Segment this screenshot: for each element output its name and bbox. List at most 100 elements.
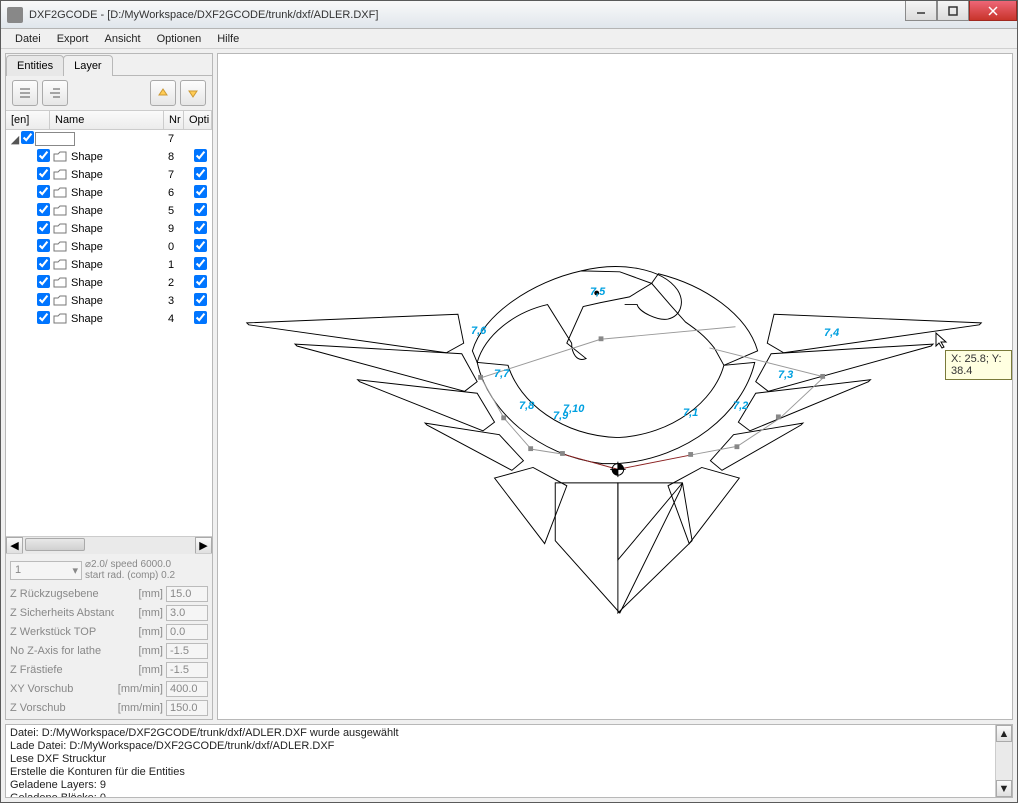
shape-opti-checkbox[interactable] xyxy=(194,185,207,198)
param-input[interactable]: 400.0 xyxy=(166,681,208,697)
param-row: Z Werkstück TOP[mm]0.0 xyxy=(10,622,208,641)
tree-shape-row[interactable]: Shape0 xyxy=(6,238,212,256)
col-en[interactable]: [en] xyxy=(6,111,50,129)
tree-shape-row[interactable]: Shape4 xyxy=(6,310,212,328)
shape-checkbox[interactable] xyxy=(37,203,50,216)
tree-shape-row[interactable]: Shape6 xyxy=(6,184,212,202)
param-input[interactable]: 15.0 xyxy=(166,586,208,602)
shape-checkbox[interactable] xyxy=(37,149,50,162)
col-nr[interactable]: Nr xyxy=(164,111,184,129)
param-input[interactable]: -1.5 xyxy=(166,662,208,678)
indent-button[interactable] xyxy=(12,80,38,106)
folder-icon xyxy=(51,205,69,217)
move-up-button[interactable] xyxy=(150,80,176,106)
scroll-thumb[interactable] xyxy=(25,538,85,551)
param-label: No Z-Axis for lathe xyxy=(10,645,114,657)
scroll-up-icon[interactable]: ▲ xyxy=(996,725,1012,742)
shape-checkbox[interactable] xyxy=(37,167,50,180)
tree-shape-row[interactable]: Shape2 xyxy=(6,274,212,292)
point-label: 7,6 xyxy=(471,325,486,337)
console-line: Lade Datei: D:/MyWorkspace/DXF2GCODE/tru… xyxy=(10,740,1008,753)
menu-export[interactable]: Export xyxy=(49,31,97,47)
close-button[interactable] xyxy=(969,1,1017,21)
shape-opti-checkbox[interactable] xyxy=(194,311,207,324)
console-line: Lese DXF Strucktur xyxy=(10,753,1008,766)
left-panel: Entities Layer [en] Name Nr Opti ◢ xyxy=(5,53,213,720)
tree-hscroll[interactable]: ◀ ▶ xyxy=(6,536,212,553)
shape-opti-checkbox[interactable] xyxy=(194,293,207,306)
drawing-canvas[interactable]: 7,57,67,47,77,37,87,107,17,27,9 X: 25.8;… xyxy=(217,53,1013,720)
menu-view[interactable]: Ansicht xyxy=(96,31,148,47)
tab-entities[interactable]: Entities xyxy=(6,55,64,76)
shape-checkbox[interactable] xyxy=(37,275,50,288)
shape-opti-checkbox[interactable] xyxy=(194,239,207,252)
scroll-down-icon[interactable]: ▼ xyxy=(996,780,1012,797)
param-row: Z Vorschub[mm/min]150.0 xyxy=(10,698,208,717)
tree-shape-row[interactable]: Shape8 xyxy=(6,148,212,166)
tab-layer[interactable]: Layer xyxy=(63,55,113,76)
params-panel: 1 ⌀2.0/ speed 6000.0 start rad. (comp) 0… xyxy=(6,553,212,719)
shape-checkbox[interactable] xyxy=(37,221,50,234)
shape-opti-checkbox[interactable] xyxy=(194,203,207,216)
shape-opti-checkbox[interactable] xyxy=(194,167,207,180)
shape-checkbox[interactable] xyxy=(37,239,50,252)
move-down-button[interactable] xyxy=(180,80,206,106)
title-bar: DXF2GCODE - [D:/MyWorkspace/DXF2GCODE/tr… xyxy=(1,1,1017,29)
tree-shape-row[interactable]: Shape1 xyxy=(6,256,212,274)
shape-name: Shape xyxy=(69,151,168,163)
tree-shape-row[interactable]: Shape3 xyxy=(6,292,212,310)
folder-icon xyxy=(51,277,69,289)
tree-shape-row[interactable]: Shape5 xyxy=(6,202,212,220)
shape-nr: 2 xyxy=(168,277,188,289)
param-input[interactable]: 3.0 xyxy=(166,605,208,621)
minimize-button[interactable] xyxy=(905,1,937,21)
param-input[interactable]: -1.5 xyxy=(166,643,208,659)
shape-opti-checkbox[interactable] xyxy=(194,257,207,270)
shape-opti-checkbox[interactable] xyxy=(194,221,207,234)
menu-options[interactable]: Optionen xyxy=(149,31,210,47)
scroll-left-icon[interactable]: ◀ xyxy=(6,537,23,554)
shape-checkbox[interactable] xyxy=(37,185,50,198)
param-input[interactable]: 0.0 xyxy=(166,624,208,640)
root-colorbox[interactable] xyxy=(35,132,75,146)
param-unit: [mm/min] xyxy=(117,702,163,714)
menu-help[interactable]: Hilfe xyxy=(209,31,247,47)
col-opti[interactable]: Opti xyxy=(184,111,212,129)
shape-name: Shape xyxy=(69,169,168,181)
shape-name: Shape xyxy=(69,187,168,199)
window-title: DXF2GCODE - [D:/MyWorkspace/DXF2GCODE/tr… xyxy=(29,9,1011,21)
shape-opti-checkbox[interactable] xyxy=(194,275,207,288)
root-checkbox[interactable] xyxy=(21,131,34,144)
shape-opti-checkbox[interactable] xyxy=(194,149,207,162)
maximize-button[interactable] xyxy=(937,1,969,21)
param-row: Z Rückzugsebene[mm]15.0 xyxy=(10,584,208,603)
param-row: Z Frästiefe[mm]-1.5 xyxy=(10,660,208,679)
console-panel[interactable]: Datei: D:/MyWorkspace/DXF2GCODE/trunk/dx… xyxy=(5,724,1013,798)
console-vscroll[interactable]: ▲ ▼ xyxy=(995,725,1012,797)
tree-root-row[interactable]: ◢ 7 xyxy=(6,130,212,148)
shape-name: Shape xyxy=(69,223,168,235)
col-name[interactable]: Name xyxy=(50,111,164,129)
app-icon xyxy=(7,7,23,23)
point-label: 7,1 xyxy=(683,407,698,419)
shape-checkbox[interactable] xyxy=(37,311,50,324)
folder-icon xyxy=(51,241,69,253)
scroll-right-icon[interactable]: ▶ xyxy=(195,537,212,554)
shape-checkbox[interactable] xyxy=(37,293,50,306)
param-label: Z Rückzugsebene xyxy=(10,588,114,600)
param-unit: [mm] xyxy=(117,645,163,657)
shape-checkbox[interactable] xyxy=(37,257,50,270)
folder-icon xyxy=(51,223,69,235)
tool-select[interactable]: 1 xyxy=(10,561,82,580)
outdent-button[interactable] xyxy=(42,80,68,106)
expand-icon[interactable]: ◢ xyxy=(10,133,20,146)
point-label: 7,5 xyxy=(590,286,605,298)
shape-nr: 9 xyxy=(168,223,188,235)
param-unit: [mm/min] xyxy=(117,683,163,695)
param-input[interactable]: 150.0 xyxy=(166,700,208,716)
tree-shape-row[interactable]: Shape7 xyxy=(6,166,212,184)
param-label: Z Werkstück TOP xyxy=(10,626,114,638)
tree-shape-row[interactable]: Shape9 xyxy=(6,220,212,238)
menu-file[interactable]: Datei xyxy=(7,31,49,47)
layer-tree[interactable]: ◢ 7 Shape8Shape7Shape6Shape5Shape9Shape0… xyxy=(6,130,212,536)
